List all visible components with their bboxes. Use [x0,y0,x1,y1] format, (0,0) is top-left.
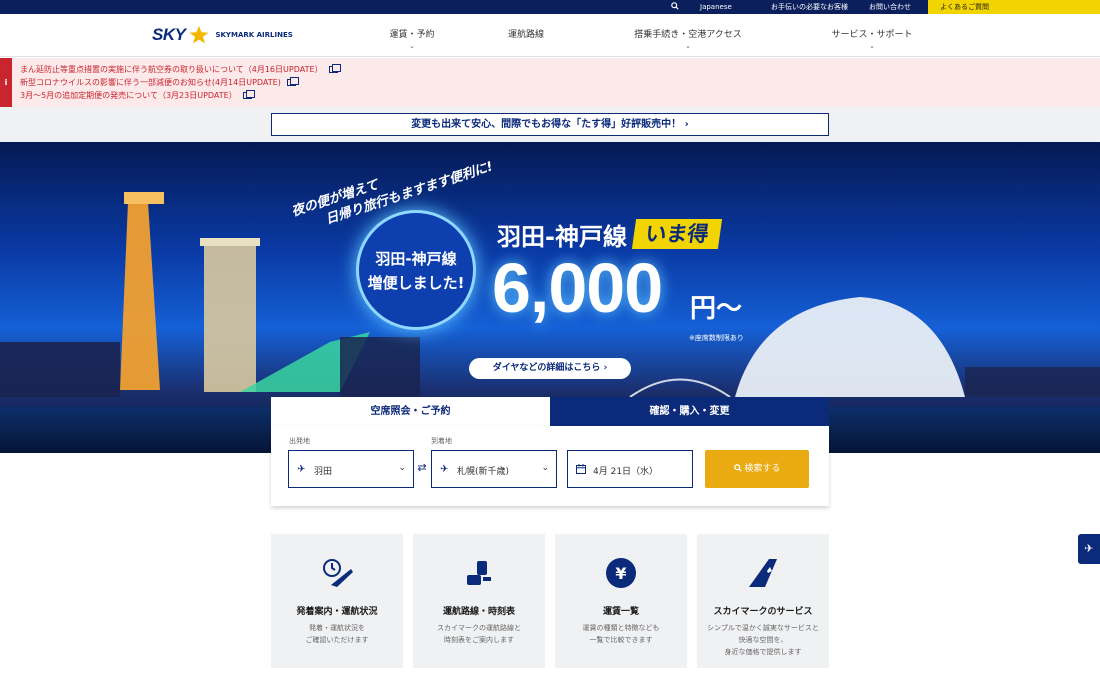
nav-label: サービス・サポート [831,30,913,40]
arrival-plane-icon: ✈ [440,464,449,475]
tab-reserve[interactable]: 空席照会・ご予約 [271,397,550,426]
svg-text:¥: ¥ [615,564,626,583]
logo-text: SKY [152,25,186,44]
contact-link[interactable]: お問い合わせ [869,0,911,14]
plane-icon: ✈ [1084,542,1094,555]
nav-routes[interactable]: 運航路線 [506,27,546,40]
alert-link[interactable]: 新型コロナウイルスの影響に伴う一部減便のお知らせ(4月14日UPDATE) [20,77,299,88]
search-icon [733,464,742,472]
detail-button[interactable]: ダイヤなどの詳細はこちら › [469,358,631,379]
chevron-down-icon: ⌄ [869,42,875,50]
swap-icon[interactable]: ⇄ [414,461,430,474]
search-button[interactable]: 検索する [705,450,809,488]
site-header: SKY SKYMARK AIRLINES 運賃・予約 ⌄ 運航路線 搭乗手続き・… [0,14,1100,57]
side-flight-tab[interactable]: ✈ [1078,534,1100,564]
yen-coin-icon: ¥ [606,558,636,588]
alert-banner: i まん延防止等重点措置の実施に伴う航空券の取り扱いについて（4月16日UPDA… [0,58,1100,107]
card-title: 発着案内・運航状況 [296,607,378,617]
chevron-down-icon: ⌄ [409,42,415,50]
alert-icon: i [0,58,12,107]
skymark-tail-icon [749,559,777,587]
nav-label: 運賃・予約 [389,30,435,40]
hero-circle-badge: 羽田-神戸線 増便しました! [356,210,476,330]
utility-bar: Japanese お手伝いの必要なお客様 お問い合わせ よくあるご質問 [0,0,1100,14]
card-desc: 発着・運航状況を ご確認いただけます [305,624,369,644]
origin-label: 出発地 [289,437,310,445]
alert-link[interactable]: 3月～5月の追加定期便の発売について（3月23日UPDATE） [20,90,255,101]
calendar-icon [576,464,586,477]
nav-fares-booking[interactable]: 運賃・予約 ⌄ [388,27,436,50]
card-fares[interactable]: ¥ 運賃一覧 運賃の種類と特徴なども 一覧で比較できます [555,534,687,668]
faq-link[interactable]: よくあるご質問 [928,0,1100,14]
date-field[interactable]: 4月 21日（水） [567,450,693,488]
alert-text: 新型コロナウイルスの影響に伴う一部減便のお知らせ(4月14日UPDATE) [20,78,281,87]
circle-line-1: 羽田-神戸線 [375,250,457,268]
card-title: スカイマークのサービス [713,607,813,617]
destination-select[interactable]: ✈ 札幌(新千歳) ⌄ [431,450,557,488]
circle-line-2: 増便しました! [367,274,465,292]
nav-label: 搭乗手続き・空港アクセス [634,30,742,40]
hero-route: 羽田-神戸線 [497,223,627,251]
alert-text: まん延防止等重点措置の実施に伴う航空券の取り扱いについて（4月16日UPDATE… [20,65,323,74]
nav-service-support[interactable]: サービス・サポート ⌄ [829,27,915,50]
hero-price-unit: 円～ [690,294,743,324]
external-link-icon [286,77,299,86]
chevron-down-icon: ⌄ [398,463,406,473]
date-value: 4月 21日（水） [593,467,659,477]
chevron-down-icon: ⌄ [541,463,549,473]
external-link-icon [242,90,255,99]
hero-price: 6,000 [492,249,663,327]
card-title: 運賃一覧 [602,607,639,617]
help-link[interactable]: お手伝いの必要なお客様 [771,0,848,14]
hero-badge: いま得 [631,219,723,249]
search-icon[interactable] [671,0,679,14]
departure-plane-icon: ✈ [297,464,306,475]
card-skymark-service[interactable]: スカイマークのサービス シンプルで温かく誠実なサービスと 快適な空間を、 身近な… [697,534,829,668]
alert-text: 3月～5月の追加定期便の発売について（3月23日UPDATE） [20,91,237,100]
language-select[interactable]: Japanese [700,0,732,14]
nav-checkin-access[interactable]: 搭乗手続き・空港アクセス ⌄ [632,27,744,50]
alert-link[interactable]: まん延防止等重点措置の実施に伴う航空券の取り扱いについて（4月16日UPDATE… [20,64,341,75]
seat-note: ※座席数制限あり [689,334,744,342]
card-flight-status[interactable]: 発着案内・運航状況 発着・運航状況を ご確認いただけます [271,534,403,668]
promo-link[interactable]: 変更も出来て安心、間際でもお得な「たす得」好評販売中！ › [271,113,829,136]
brand-name: SKYMARK AIRLINES [215,31,293,39]
skymark-logo[interactable]: SKY SKYMARK AIRLINES [152,24,293,46]
chevron-down-icon: ⌄ [685,42,691,50]
external-link-icon [328,64,341,73]
card-desc: スカイマークの運航路線と 時刻表をご案内します [437,624,521,644]
star-icon [189,26,209,44]
destination-value: 札幌(新千歳) [457,467,510,477]
seat-icon [467,561,491,585]
search-button-label: 検索する [744,464,781,474]
origin-value: 羽田 [314,467,333,477]
card-title: 運航路線・時刻表 [442,607,515,617]
tab-confirm[interactable]: 確認・購入・変更 [550,397,829,426]
card-desc: シンプルで温かく誠実なサービスと 快適な空間を、 身近な価格で提供します [707,624,819,656]
origin-select[interactable]: ✈ 羽田 ⌄ [288,450,414,488]
card-desc: 運賃の種類と特徴なども 一覧で比較できます [582,624,660,644]
nav-label: 運航路線 [507,30,544,40]
clock-plane-icon [323,559,353,587]
destination-label: 到着地 [431,437,452,445]
card-routes-timetable[interactable]: 運航路線・時刻表 スカイマークの運航路線と 時刻表をご案内します [413,534,545,668]
